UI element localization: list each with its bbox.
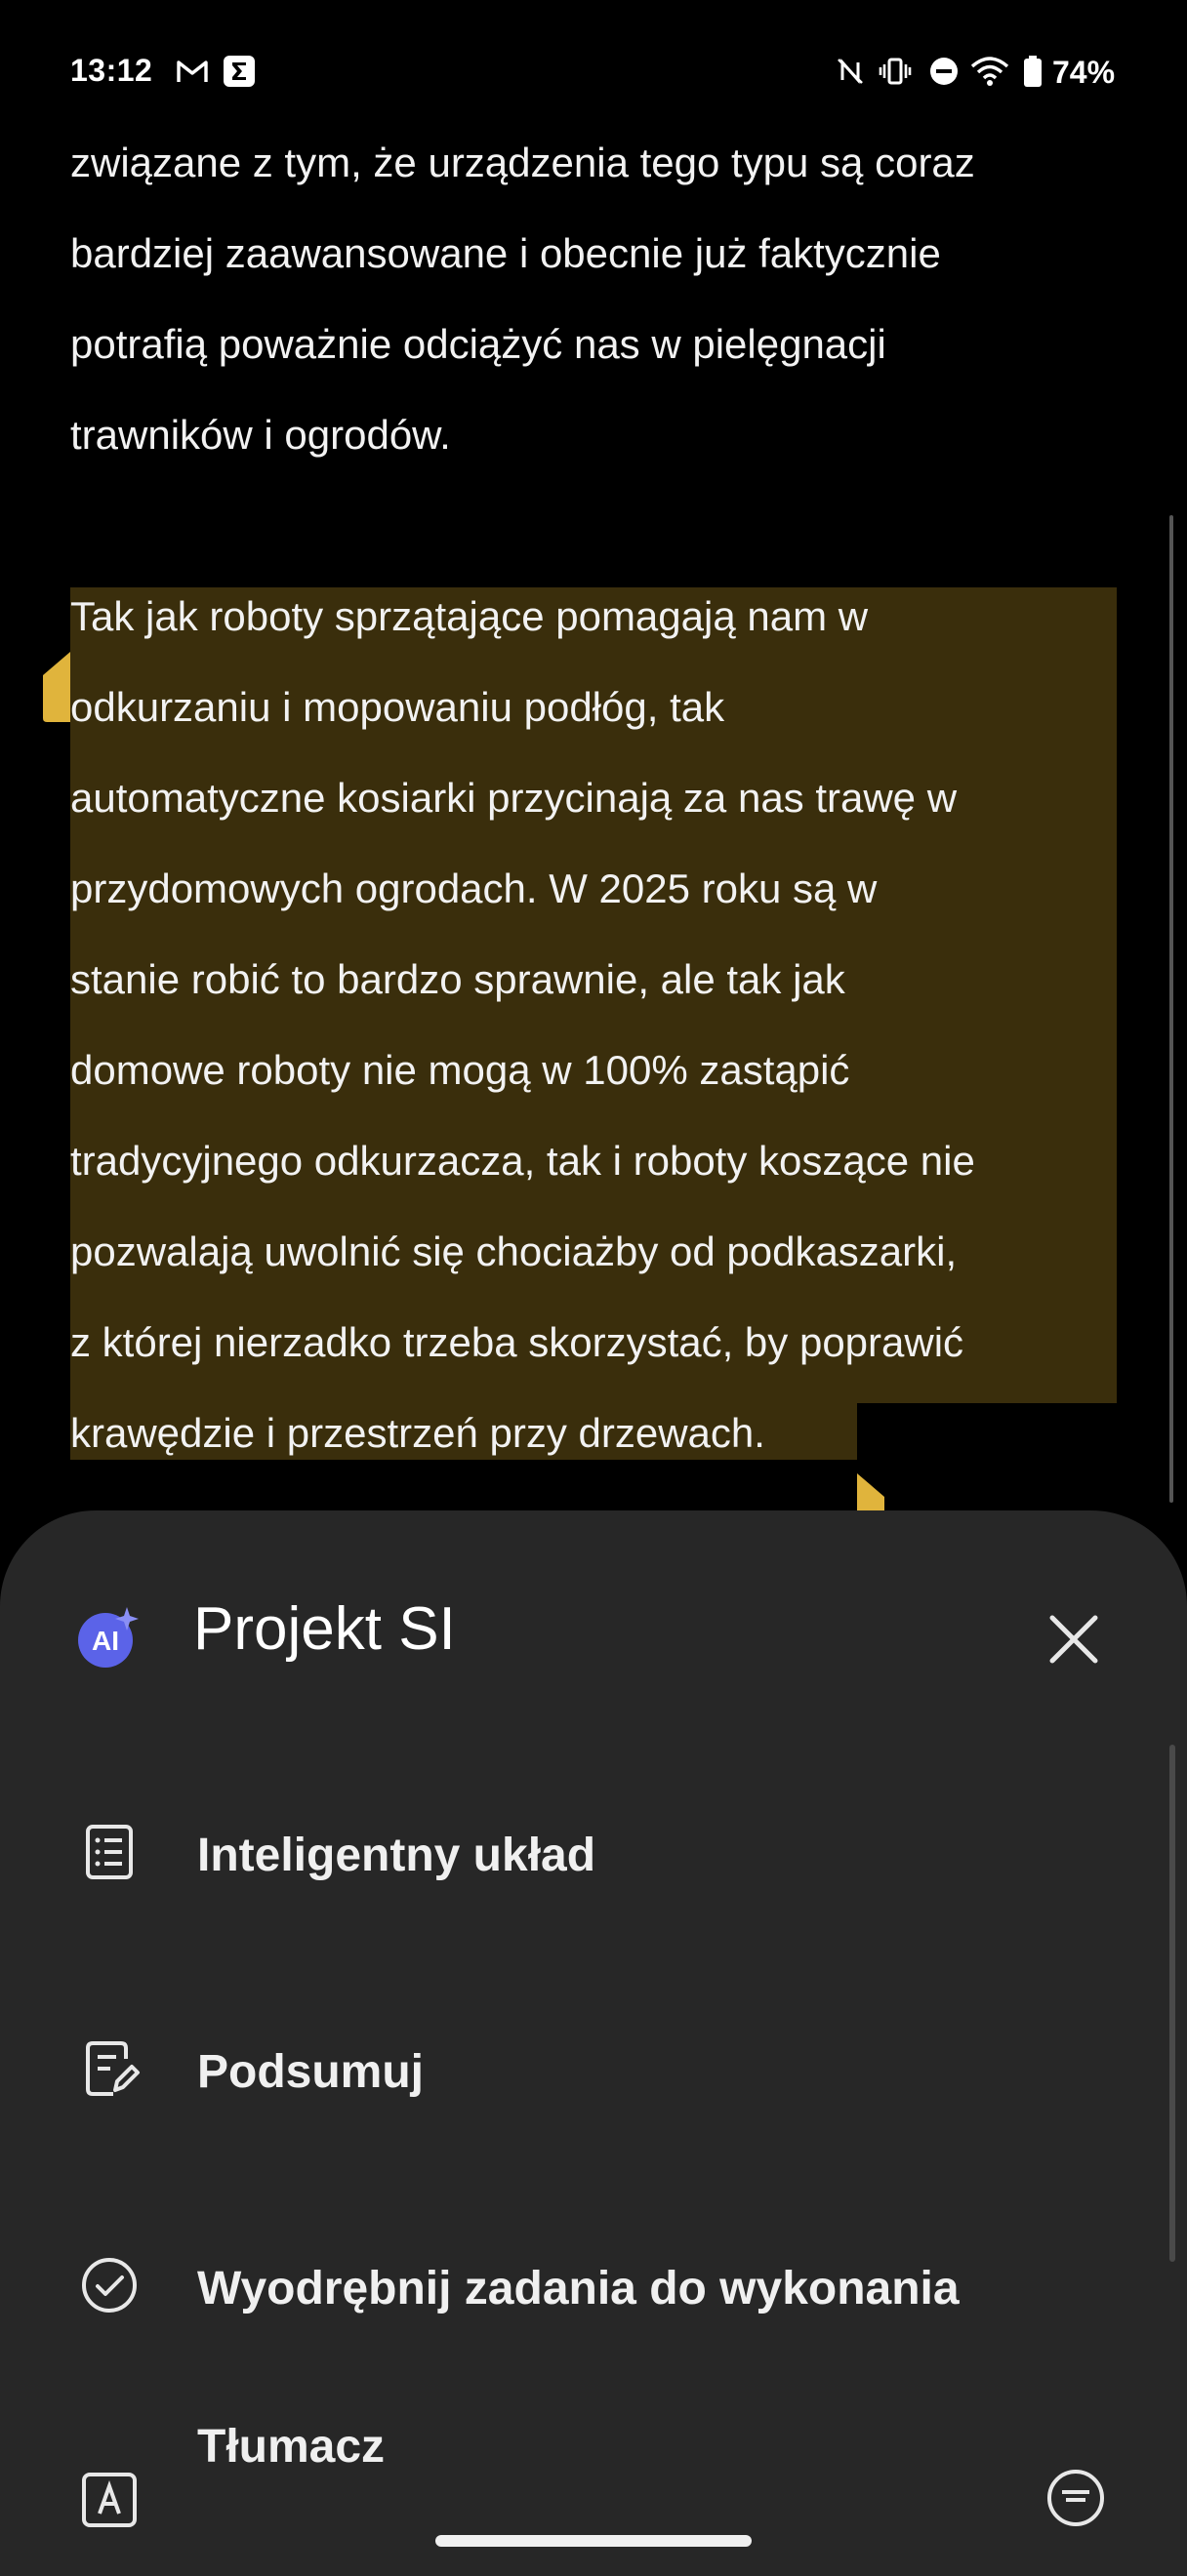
menu-item-label: Inteligentny układ (197, 1830, 596, 1881)
text-line: potrafią poważnie odciążyć nas w pielęgn… (70, 321, 886, 367)
home-indicator[interactable] (435, 2535, 752, 2547)
nfc-icon (838, 59, 863, 84)
do-not-disturb-icon (930, 58, 958, 85)
battery-percentage: 74% (1052, 55, 1116, 90)
document-edit-icon (86, 2041, 140, 2096)
status-time: 13:12 (70, 53, 153, 88)
wifi-icon (970, 57, 1009, 86)
article-paragraph: związane z tym, że urządzenia tego typu … (70, 117, 1121, 480)
text-line: z której nierzadko trzeba skorzystać, by… (70, 1319, 964, 1365)
sheet-title: Projekt SI (193, 1595, 456, 1663)
menu-item-label: Podsumuj (197, 2046, 425, 2098)
text-line: domowe roboty nie mogą w 100% zastąpić (70, 1047, 850, 1093)
text-line: związane z tym, że urządzenia tego typu … (70, 140, 975, 185)
sheet-scrollbar[interactable] (1169, 1745, 1175, 2262)
selected-paragraph[interactable]: Tak jak roboty sprzątające pomagają nam … (70, 571, 1121, 1478)
text-line: bardziej zaawansowane i obecnie już fakt… (70, 230, 941, 276)
sigma-app-icon (224, 56, 255, 87)
text-line: odkurzaniu i mopowaniu podłóg, tak (70, 684, 725, 730)
battery-icon (1024, 56, 1042, 87)
article-body: związane z tym, że urządzenia tego typu … (70, 117, 1121, 1478)
vibrate-icon (879, 58, 912, 85)
menu-item-label: Tłumacz (197, 2421, 386, 2473)
menu-item-label: Wyodrębnij zadania do wykonania (197, 2263, 960, 2314)
menu-item-summarize[interactable]: Podsumuj (0, 2010, 1142, 2127)
menu-item-extract-tasks[interactable]: Wyodrębnij zadania do wykonania (0, 2227, 1142, 2344)
check-circle-icon (82, 2258, 137, 2313)
text-line: krawędzie i przestrzeń przy drzewach. (70, 1410, 765, 1456)
page-scrollbar[interactable] (1169, 515, 1173, 1503)
text-line: automatyczne kosiarki przycinają za nas … (70, 775, 958, 821)
ai-logo-icon: AI (78, 1607, 139, 1668)
text-line: trawników i ogrodów. (70, 412, 451, 458)
translate-icon (82, 2473, 137, 2527)
text-line: Tak jak roboty sprzątające pomagają nam … (70, 593, 869, 639)
selection-start-handle[interactable] (43, 652, 70, 722)
text-line: pozwalają uwolnić się chociażby od podka… (70, 1228, 958, 1274)
menu-item-smart-layout[interactable]: Inteligentny układ (0, 1793, 1142, 1911)
ai-bottom-sheet: AI Projekt SI Inteligentny układ Podsumu… (0, 1510, 1187, 2576)
gmail-icon (177, 60, 208, 82)
text-line: tradycyjnego odkurzacza, tak i roboty ko… (70, 1138, 975, 1184)
text-line: przydomowych ogrodach. W 2025 roku są w (70, 865, 878, 911)
text-line: stanie robić to bardzo sprawnie, ale tak… (70, 956, 845, 1002)
scroll-up-icon[interactable] (1044, 2467, 1107, 2529)
menu-item-translate[interactable]: Tłumacz (0, 2420, 1142, 2537)
close-icon[interactable] (1039, 1604, 1109, 1674)
ai-logo-text: AI (92, 1626, 119, 1656)
document-list-icon (86, 1825, 133, 1879)
